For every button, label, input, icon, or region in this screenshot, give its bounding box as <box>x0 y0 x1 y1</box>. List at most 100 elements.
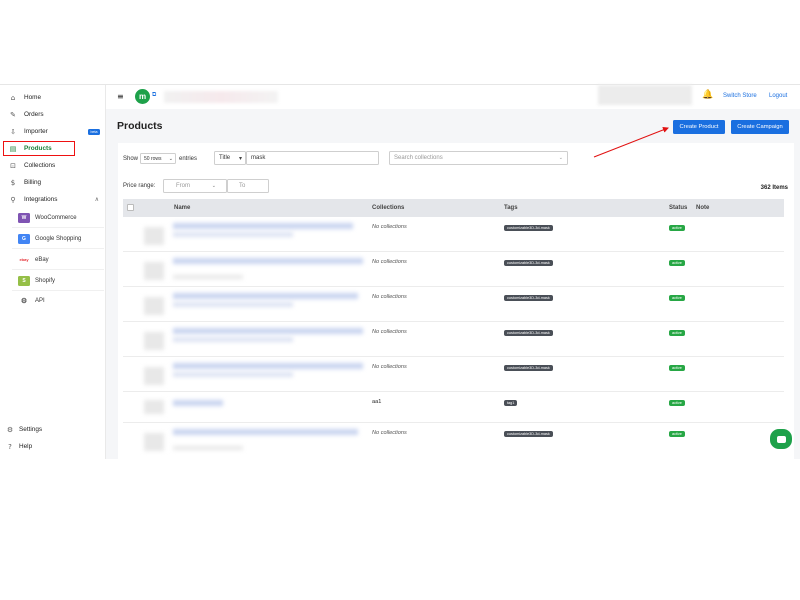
status-badge: active <box>669 260 685 266</box>
product-thumbnail <box>144 227 164 245</box>
integration-api[interactable]: ⚙ API <box>12 291 104 311</box>
table-row[interactable]: No collections customizable3D-3d-mask ac… <box>123 423 784 458</box>
sidebar-item-settings[interactable]: ⚙ Settings <box>0 421 106 438</box>
chevron-down-icon: ⌄ <box>558 155 563 161</box>
chevron-up-icon: ∧ <box>94 197 99 203</box>
main-content: Products Create Product Create Campaign … <box>106 109 800 459</box>
product-title-redacted[interactable] <box>173 293 358 299</box>
chat-button[interactable] <box>770 429 792 449</box>
header-note[interactable]: Note <box>696 205 709 211</box>
product-title-redacted[interactable] <box>173 223 353 229</box>
sidebar-item-label: Orders <box>24 111 44 118</box>
external-link-icon[interactable]: ⧉ <box>152 92 156 99</box>
products-highlight-box <box>3 141 75 156</box>
table-header: Name Collections Tags Status Note <box>123 199 784 217</box>
price-to-placeholder: To <box>239 183 246 189</box>
header-status[interactable]: Status <box>669 205 687 211</box>
logout-link[interactable]: Logout <box>769 93 787 99</box>
sidebar-item-collections[interactable]: ⊡ Collections <box>0 157 106 174</box>
product-subtitle-redacted <box>173 446 243 450</box>
home-icon: ⌂ <box>10 93 16 102</box>
app-logo[interactable]: m <box>135 89 150 104</box>
product-thumbnail <box>144 262 164 280</box>
row-tag: customizable3D-3d-mask <box>504 431 553 437</box>
collections-icon: ⊡ <box>10 161 16 170</box>
sidebar-item-help[interactable]: ? Help <box>0 438 106 455</box>
status-badge: active <box>669 295 685 301</box>
orders-icon: ✎ <box>10 110 16 119</box>
product-title-redacted[interactable] <box>173 400 223 406</box>
search-input[interactable]: mask <box>246 151 379 165</box>
sidebar-item-home[interactable]: ⌂ Home <box>0 89 106 106</box>
status-badge: active <box>669 225 685 231</box>
sidebar-item-integrations[interactable]: ⚲ Integrations ∧ <box>0 191 106 208</box>
table-row[interactable]: aa1 tag1 active <box>123 392 784 423</box>
integration-shopify[interactable]: S Shopify <box>12 271 104 291</box>
status-badge: active <box>669 400 685 406</box>
shopify-icon: S <box>18 275 30 286</box>
sidebar-item-orders[interactable]: ✎ Orders <box>0 106 106 123</box>
hamburger-menu-icon[interactable]: ≡ <box>117 92 124 101</box>
sidebar-item-label: Importer <box>24 128 48 135</box>
integration-label: Google Shopping <box>35 235 82 242</box>
product-subtitle-redacted <box>173 232 293 237</box>
product-subtitle-redacted <box>173 337 293 342</box>
row-collections: No collections <box>372 364 407 370</box>
integration-label: Shopify <box>35 277 56 284</box>
chevron-down-icon: ⌄ <box>168 155 173 162</box>
product-title-redacted[interactable] <box>173 363 363 369</box>
create-product-button[interactable]: Create Product <box>673 120 725 134</box>
store-name-redacted <box>164 91 278 103</box>
billing-icon: $ <box>10 178 16 187</box>
table-row[interactable]: No collections customizable3D-3d-mask ac… <box>123 287 784 322</box>
help-icon: ? <box>8 442 12 451</box>
table-row[interactable]: No collections customizable3D-3d-mask ac… <box>123 252 784 287</box>
product-title-redacted[interactable] <box>173 429 358 435</box>
row-tag: customizable3D-3d-mask <box>504 330 553 336</box>
row-tag: customizable3D-3d-mask <box>504 225 553 231</box>
sidebar-item-billing[interactable]: $ Billing <box>0 174 106 191</box>
search-field-select[interactable]: Title ▾ <box>214 151 246 165</box>
sidebar: ⌂ Home ✎ Orders ⇩ Importer beta ▤ Produc… <box>0 85 106 459</box>
entries-label: entries <box>179 156 198 162</box>
search-field-value: Title <box>219 155 231 161</box>
integration-woocommerce[interactable]: W WooCommerce <box>12 208 104 228</box>
header-name[interactable]: Name <box>174 205 190 211</box>
table-row[interactable]: No collections customizable3D-3d-mask ac… <box>123 322 784 357</box>
product-title-redacted[interactable] <box>173 258 363 264</box>
status-badge: active <box>669 431 685 437</box>
rows-per-page-select[interactable]: 50 rows ⌄ <box>140 153 176 164</box>
row-tag: customizable3D-3d-mask <box>504 260 553 266</box>
price-to-input[interactable]: To <box>227 179 269 193</box>
row-tag: customizable3D-3d-mask <box>504 295 553 301</box>
product-thumbnail <box>144 433 164 451</box>
table-row[interactable]: No collections customizable3D-3d-mask ac… <box>123 217 784 252</box>
integration-label: WooCommerce <box>35 214 77 221</box>
product-thumbnail <box>144 400 164 414</box>
product-subtitle-redacted <box>173 275 243 279</box>
price-range-label: Price range: <box>123 183 156 189</box>
header-collections[interactable]: Collections <box>372 205 404 211</box>
create-campaign-button[interactable]: Create Campaign <box>731 120 789 134</box>
user-info-redacted <box>598 85 692 105</box>
product-subtitle-redacted <box>173 302 293 307</box>
price-from-input[interactable]: From ⌄ <box>163 179 227 193</box>
integration-google-shopping[interactable]: G Google Shopping <box>12 229 104 249</box>
status-badge: active <box>669 365 685 371</box>
google-shopping-icon: G <box>18 233 30 244</box>
header-tags[interactable]: Tags <box>504 205 518 211</box>
caret-down-icon: ▾ <box>238 155 242 162</box>
price-from-placeholder: From <box>176 183 190 189</box>
table-row[interactable]: No collections customizable3D-3d-mask ac… <box>123 357 784 392</box>
integration-ebay[interactable]: ebay eBay <box>12 250 104 270</box>
integration-label: API <box>35 298 45 304</box>
select-all-checkbox[interactable] <box>127 204 134 211</box>
row-collections: No collections <box>372 329 407 335</box>
woocommerce-icon: W <box>18 212 30 223</box>
row-tag: customizable3D-3d-mask <box>504 365 553 371</box>
switch-store-link[interactable]: Switch Store <box>723 93 757 99</box>
bell-icon[interactable]: 🔔 <box>702 90 713 100</box>
sidebar-item-label: Home <box>24 94 42 101</box>
product-title-redacted[interactable] <box>173 328 363 334</box>
collections-search-input[interactable]: Search collections ⌄ <box>389 151 568 165</box>
